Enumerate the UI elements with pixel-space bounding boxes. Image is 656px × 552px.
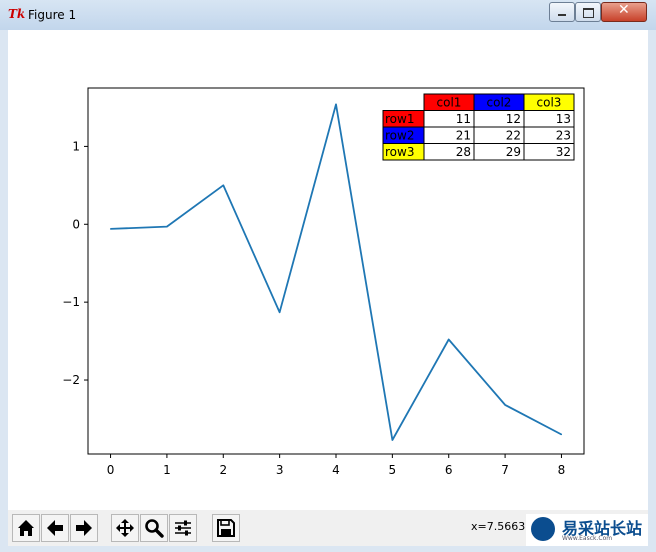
arrow-right-icon — [76, 520, 92, 536]
pan-button[interactable] — [111, 514, 139, 542]
table-cell-value: 29 — [506, 145, 521, 159]
close-icon: ✕ — [618, 2, 630, 18]
y-tick-label: 0 — [72, 217, 80, 231]
window-title: Figure 1 — [28, 8, 77, 22]
home-button[interactable] — [12, 514, 40, 542]
line-chart: 0 1 2 3 4 5 6 7 810−1−2 col1 col2 col3row1 11 12 13ro… — [62, 87, 585, 477]
navigation-toolbar: x=7.5663 易采站长站 Www.Easck.Com — [8, 510, 648, 546]
table-col-header-label: col3 — [537, 96, 562, 110]
data-point — [109, 228, 112, 230]
move-icon — [116, 519, 134, 537]
magnifier-icon — [145, 519, 164, 538]
x-tick-label: 7 — [501, 463, 509, 477]
data-point — [335, 103, 337, 105]
maximize-icon — [583, 8, 594, 18]
arrow-left-icon — [47, 520, 63, 536]
data-point — [560, 433, 563, 436]
x-tick-label: 4 — [332, 463, 340, 477]
save-button[interactable] — [212, 514, 240, 542]
table-row-header-label: row2 — [385, 129, 414, 143]
table-cell-value: 22 — [506, 129, 521, 143]
maximize-button[interactable] — [575, 2, 601, 22]
cursor-coordinates: x=7.5663 — [471, 520, 526, 533]
watermark-subtext: Www.Easck.Com — [562, 535, 613, 542]
x-tick-label: 8 — [558, 463, 566, 477]
y-tick-label: −1 — [62, 295, 80, 309]
table-cell-value: 21 — [456, 129, 471, 143]
x-tick-label: 1 — [163, 463, 171, 477]
data-point — [448, 338, 450, 341]
back-button[interactable] — [41, 514, 69, 542]
table-cell-value: 11 — [456, 112, 471, 126]
x-tick-label: 6 — [445, 463, 453, 477]
tk-feather-icon: Tk — [8, 7, 26, 21]
data-point — [279, 311, 281, 313]
watermark-logo: 易采站长站 Www.Easck.Com — [526, 514, 648, 546]
table-row-header-label: row3 — [385, 145, 414, 159]
x-tick-label: 2 — [219, 463, 227, 477]
data-point — [222, 184, 224, 186]
y-tick-label: 1 — [72, 139, 80, 153]
table-col-header-label: col2 — [487, 96, 512, 110]
minimize-icon — [558, 14, 566, 16]
y-tick-label: −2 — [62, 373, 80, 387]
title-bar[interactable]: Tk Figure 1 ✕ — [0, 0, 656, 30]
minimize-button[interactable] — [549, 2, 575, 22]
forward-button[interactable] — [70, 514, 98, 542]
data-point — [504, 404, 506, 406]
table-col-header-label: col1 — [437, 96, 462, 110]
x-tick-label: 5 — [389, 463, 397, 477]
table-cell-value: 13 — [556, 112, 571, 126]
table-cell-value: 28 — [456, 145, 471, 159]
home-icon — [18, 520, 34, 536]
floppy-disk-icon — [217, 519, 235, 537]
zoom-button[interactable] — [140, 514, 168, 542]
data-point — [166, 226, 168, 228]
table-cell-value: 32 — [556, 145, 571, 159]
x-tick-label: 3 — [276, 463, 284, 477]
figure-window: Tk Figure 1 ✕ 0 1 2 3 4 5 6 7 8 1 0 −1 −2 col1 col2 co… — [0, 0, 656, 552]
figure-canvas[interactable]: 0 1 2 3 4 5 6 7 8 1 0 −1 −2 col1 col2 col3 row1 11 12 13 ro… — [8, 30, 648, 510]
site-logo-icon — [531, 517, 555, 541]
data-point — [391, 439, 393, 441]
configure-subplots-button[interactable] — [169, 514, 197, 542]
x-tick-label: 0 — [107, 463, 115, 477]
sliders-icon — [175, 520, 191, 536]
table-row-header-label: row1 — [385, 112, 414, 126]
table-cell-value: 12 — [506, 112, 521, 126]
close-button[interactable]: ✕ — [601, 2, 647, 22]
table-cell-value: 23 — [556, 129, 571, 143]
